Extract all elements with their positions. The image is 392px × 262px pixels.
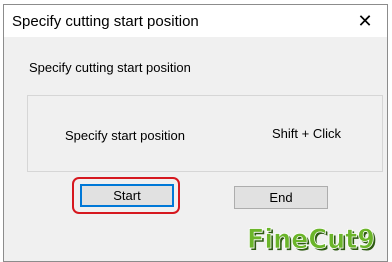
close-button[interactable]: ✕ (343, 5, 387, 37)
window-title: Specify cutting start position (12, 13, 199, 30)
end-button[interactable]: End (234, 186, 328, 209)
logo-text: FineCut9 (247, 224, 375, 255)
instruction-shortcut: Shift + Click (272, 126, 341, 141)
instruction-label: Specify start position (65, 128, 185, 143)
start-button[interactable]: Start (80, 184, 174, 207)
close-icon: ✕ (357, 11, 373, 31)
title-bar: Specify cutting start position ✕ (4, 5, 387, 37)
dialog-subtitle: Specify cutting start position (29, 60, 191, 75)
instruction-panel: Specify start position Shift + Click (27, 95, 383, 172)
finecut-logo: FineCut9 FineCut9 (247, 224, 377, 257)
